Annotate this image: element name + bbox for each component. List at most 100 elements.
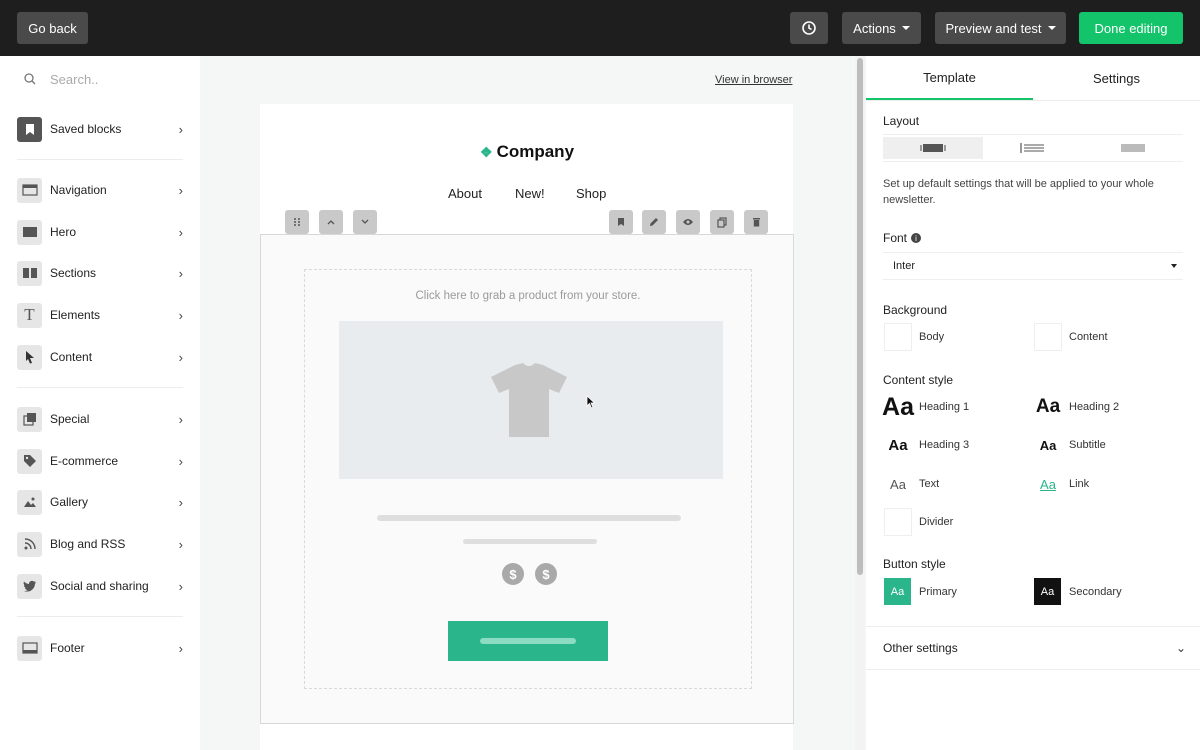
search-icon <box>24 73 36 85</box>
chevron-right-icon: › <box>178 453 183 469</box>
edit-block-button[interactable] <box>642 210 666 234</box>
hero-block-icon <box>17 219 42 245</box>
image-icon <box>17 489 42 515</box>
content-color-label: Content <box>1069 331 1108 343</box>
caret-down-icon <box>901 26 910 30</box>
body-color-swatch[interactable] <box>884 323 912 351</box>
product-title-placeholder <box>377 515 681 521</box>
sidebar-item-saved-blocks[interactable]: Saved blocks › <box>17 115 187 143</box>
sidebar-item-sections[interactable]: Sections › <box>17 259 187 287</box>
divider <box>17 616 183 617</box>
product-description-placeholder <box>463 539 597 544</box>
eye-icon <box>683 219 693 225</box>
bookmark-icon <box>618 218 624 226</box>
save-block-button[interactable] <box>609 210 633 234</box>
sidebar-item-e-commerce[interactable]: E-commerce › <box>17 447 187 475</box>
drag-handle-button[interactable] <box>285 210 309 234</box>
scrollbar-thumb[interactable] <box>857 58 863 575</box>
product-cta-button[interactable] <box>448 621 608 661</box>
copy-icon <box>717 216 727 228</box>
done-label: Done editing <box>1094 20 1168 36</box>
divider-style-label: Divider <box>919 516 954 528</box>
sidebar-item-special[interactable]: Special › <box>17 405 187 433</box>
view-in-browser-link[interactable]: View in browser <box>715 74 792 86</box>
heading3-style-preview[interactable]: Aa <box>884 431 912 459</box>
sidebar-item-content[interactable]: Content › <box>17 343 187 371</box>
email-nav-new[interactable]: New! <box>515 186 545 201</box>
sections-icon <box>17 260 42 286</box>
preview-block-button[interactable] <box>676 210 700 234</box>
font-label: Font <box>883 231 908 245</box>
preview-and-test-button[interactable]: Preview and test <box>935 12 1066 44</box>
font-select[interactable]: Inter <box>883 252 1183 280</box>
email-canvas[interactable]: View in browser ❖ Company About New! Sho… <box>200 56 853 750</box>
secondary-button-style[interactable]: Aa <box>1034 578 1061 605</box>
sidebar-item-footer[interactable]: Footer › <box>17 634 187 662</box>
link-style-label: Link <box>1069 478 1090 490</box>
content-color-swatch[interactable] <box>1034 323 1062 351</box>
history-button[interactable] <box>790 12 828 44</box>
company-logo[interactable]: ❖ Company <box>480 142 574 162</box>
font-select-value: Inter <box>893 260 916 272</box>
canvas-scrollbar[interactable] <box>855 56 865 750</box>
sidebar-item-gallery[interactable]: Gallery › <box>17 488 187 516</box>
content-style-heading: Content style <box>883 373 954 387</box>
primary-button-style[interactable]: Aa <box>884 578 911 605</box>
other-settings-accordion[interactable]: Other settings ⌄ <box>866 626 1200 670</box>
layout-heading: Layout <box>883 114 920 128</box>
chevron-right-icon: › <box>178 224 183 240</box>
chevron-right-icon: › <box>178 494 183 510</box>
sidebar-item-navigation[interactable]: Navigation › <box>17 176 187 204</box>
product-block[interactable]: Click here to grab a product from your s… <box>260 234 794 724</box>
layout-option-lines[interactable] <box>983 137 1083 159</box>
heading1-style-preview[interactable]: Aa <box>882 393 914 421</box>
chevron-right-icon: › <box>178 640 183 656</box>
info-icon[interactable]: i <box>911 233 922 243</box>
preview-label: Preview and test <box>945 20 1042 36</box>
heading2-style-preview[interactable]: Aa <box>1034 393 1062 421</box>
actions-button[interactable]: Actions <box>842 12 921 44</box>
grab-product-text: Click here to grab a product from your s… <box>415 290 641 302</box>
subtitle-style-preview[interactable]: Aa <box>1034 431 1062 459</box>
font-heading: Font i <box>883 231 922 245</box>
divider-style-preview[interactable] <box>884 508 912 536</box>
button-style-heading: Button style <box>883 557 946 571</box>
cta-label-placeholder <box>480 638 576 644</box>
sidebar-item-label: Sections <box>50 266 97 280</box>
duplicate-block-button[interactable] <box>710 210 734 234</box>
chevron-right-icon: › <box>178 265 183 281</box>
delete-block-button[interactable] <box>744 210 768 234</box>
sidebar-item-hero[interactable]: Hero › <box>17 218 187 246</box>
sidebar-item-elements[interactable]: T Elements › <box>17 301 187 329</box>
chevron-up-icon <box>327 220 335 225</box>
twitter-bird-icon <box>17 573 42 599</box>
move-up-button[interactable] <box>319 210 343 234</box>
text-style-preview[interactable]: Aa <box>884 470 912 498</box>
email-nav-shop[interactable]: Shop <box>576 186 606 201</box>
tab-settings[interactable]: Settings <box>1033 56 1200 100</box>
product-drop-zone[interactable]: Click here to grab a product from your s… <box>304 269 752 689</box>
product-image-placeholder[interactable] <box>339 321 723 479</box>
sidebar-item-social-and-sharing[interactable]: Social and sharing › <box>17 572 187 600</box>
primary-button-label: Primary <box>919 586 957 598</box>
heading3-style-label: Heading 3 <box>919 439 970 451</box>
done-editing-button[interactable]: Done editing <box>1079 12 1183 44</box>
cursor-icon <box>17 344 42 370</box>
layout-option-full[interactable] <box>1083 137 1183 159</box>
email-nav-about[interactable]: About <box>448 186 482 201</box>
go-back-label: Go back <box>28 20 77 36</box>
layout-full-icon <box>1121 144 1145 152</box>
footer-block-icon <box>17 635 42 661</box>
move-down-button[interactable] <box>353 210 377 234</box>
tab-template[interactable]: Template <box>866 56 1033 100</box>
sidebar-item-label: Gallery <box>50 495 89 509</box>
settings-panel: Template Settings Layout Set up default … <box>866 56 1200 750</box>
sidebar-item-blog-and-rss[interactable]: Blog and RSS › <box>17 530 187 558</box>
link-style-preview[interactable]: Aa <box>1034 470 1062 498</box>
trash-icon <box>752 218 760 227</box>
layout-option-centered[interactable] <box>883 137 983 159</box>
rss-icon <box>17 531 42 557</box>
go-back-button[interactable]: Go back <box>17 12 88 44</box>
chevron-right-icon: › <box>178 182 183 198</box>
search-input[interactable]: Search.. <box>0 56 200 102</box>
